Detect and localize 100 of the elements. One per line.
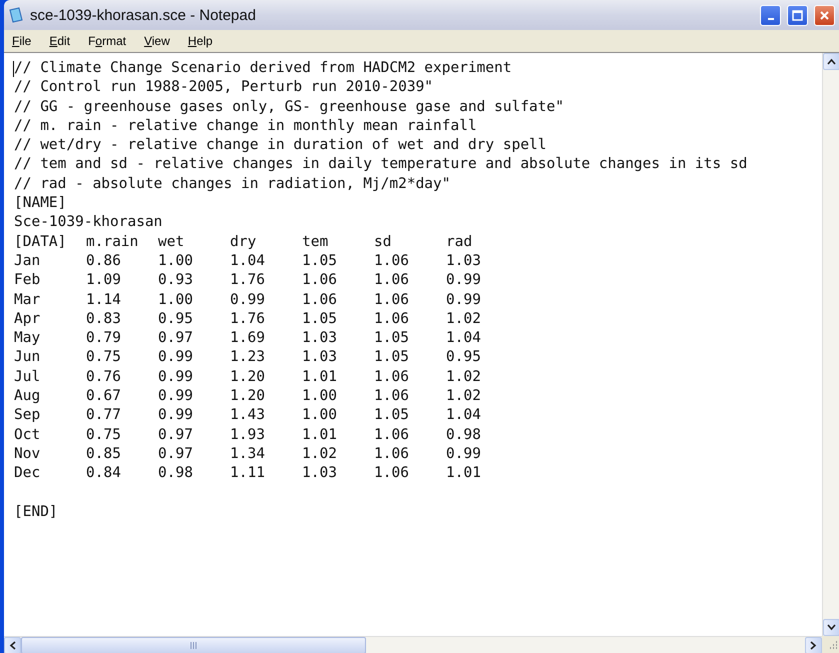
table-cell: 0.79 [86,329,121,348]
table-cell-text: 1.03 [446,252,481,271]
table-cell-text: 0.93 [158,271,193,290]
column-header: rad [446,232,472,252]
window-title: sce-1039-khorasan.sce - Notepad [30,6,257,24]
table-cell: 0.98 [446,426,481,445]
maximize-button[interactable] [787,4,808,26]
minimize-button[interactable] [760,4,781,26]
scroll-right-button[interactable] [805,636,822,653]
table-cell-text: 0.85 [86,444,121,464]
table-cell-text: 0.76 [86,368,121,387]
column-header: [DATA] [14,232,66,252]
table-cell: 0.99 [230,290,265,310]
menu-item[interactable]: File [10,34,34,48]
table-cell-text: 0.99 [446,271,481,290]
table-cell-text: 1.01 [302,368,337,387]
table-cell: May [14,329,40,348]
table-cell-text: 1.02 [302,444,337,464]
table-cell: 1.06 [374,426,409,445]
menu-item[interactable]: Help [186,34,215,48]
table-cell-text: Jun [14,348,40,368]
table-cell-text: 0.95 [158,310,193,329]
scroll-up-button[interactable] [823,53,839,70]
table-cell: 1.02 [446,387,481,406]
table-cell-text: 0.97 [158,444,193,464]
column-header: tem [302,232,328,252]
table-cell-text: 1.00 [302,406,337,426]
table-cell-text: Nov [14,444,40,464]
table-cell-text: 1.03 [302,464,337,484]
close-button[interactable] [814,4,835,26]
text-line: // m. rain - relative change in monthly mean rainfall [14,116,477,136]
grip-icon [190,642,197,648]
table-cell-text: 1.05 [374,406,409,426]
text-line: // Control run 1988-2005, Perturb run 2010-2039" [14,78,434,98]
column-header: wet [158,232,184,252]
table-cell-text: 1.43 [230,406,265,426]
menu-item[interactable]: View [142,34,172,48]
table-cell-text: 0.99 [446,444,481,464]
column-header: m.rain [86,232,138,252]
table-cell-text: 1.06 [374,444,409,464]
scroll-down-button[interactable] [823,619,839,636]
table-cell-text: Apr [14,310,40,329]
column-header: sd [374,232,392,252]
table-cell: 1.06 [374,387,409,406]
table-cell-text: 1.05 [302,310,337,329]
table-cell-text: 1.02 [446,368,481,387]
table-cell: 0.97 [158,426,193,445]
table-cell: 1.69 [230,329,265,348]
table-cell-text: 0.99 [158,348,193,368]
table-cell: 1.00 [302,387,337,406]
table-cell: 1.20 [230,387,265,406]
table-cell-text: 1.23 [230,348,265,368]
text-line: // wet/dry - relative change in duration of wet and dry spell [14,136,547,156]
text-line: // Climate Change Scenario derived from HADCM2 experiment [14,59,512,78]
table-cell: 1.93 [230,426,265,445]
menu-item[interactable]: Edit [47,34,72,48]
table-cell: 1.05 [374,329,409,348]
table-cell-text: Sep [14,406,40,426]
text-line: // rad - absolute changes in radiation, Mj/m2*day" [14,174,450,194]
table-cell-text: Feb [14,271,40,290]
table-cell-text: 1.76 [230,271,265,290]
text-line: [NAME] [14,194,66,214]
table-cell-text: 1.34 [230,444,265,464]
table-cell-text: 1.01 [446,464,481,484]
table-cell-text: 0.75 [86,348,121,368]
menu-item[interactable]: Format [86,34,128,48]
table-cell: Mar [14,290,40,310]
table-cell-text: 1.04 [446,406,481,426]
table-cell-text: Jul [14,368,40,387]
table-cell-text: 1.05 [302,252,337,271]
table-cell-text: 1.20 [230,368,265,387]
table-cell-text: 1.06 [302,271,337,290]
maximize-icon [792,10,803,20]
scroll-left-button[interactable] [4,636,21,653]
scroll-thumb[interactable] [21,636,366,653]
text-line: [END] [14,502,58,522]
table-cell-text: 1.06 [374,464,409,484]
table-cell: 1.06 [302,290,337,310]
vertical-scrollbar[interactable] [822,53,839,636]
table-cell: 1.04 [446,329,481,348]
close-icon [819,10,830,20]
table-cell: 1.14 [86,290,121,310]
table-cell-text: Dec [14,464,40,484]
text-line: // tem and sd - relative changes in daily temperature and absolute changes in its sd [14,155,748,174]
table-cell-text: 1.09 [86,271,121,290]
table-cell-text: 0.98 [158,464,193,484]
table-cell-text: 0.84 [86,464,121,484]
text-line: Sce-1039-khorasan [14,213,162,232]
table-cell: Aug [14,387,40,406]
horizontal-scrollbar[interactable] [4,636,822,653]
table-cell-text: 0.83 [86,310,121,329]
minimize-icon [768,18,774,20]
table-cell: 0.75 [86,426,121,445]
table-cell-text: 1.76 [230,310,265,329]
table-cell: 1.01 [302,426,337,445]
table-cell: 1.03 [302,329,337,348]
table-cell-text: Jan [14,252,40,271]
column-header: dry [230,232,256,252]
table-cell-text: 0.99 [158,406,193,426]
table-cell: 0.97 [158,329,193,348]
